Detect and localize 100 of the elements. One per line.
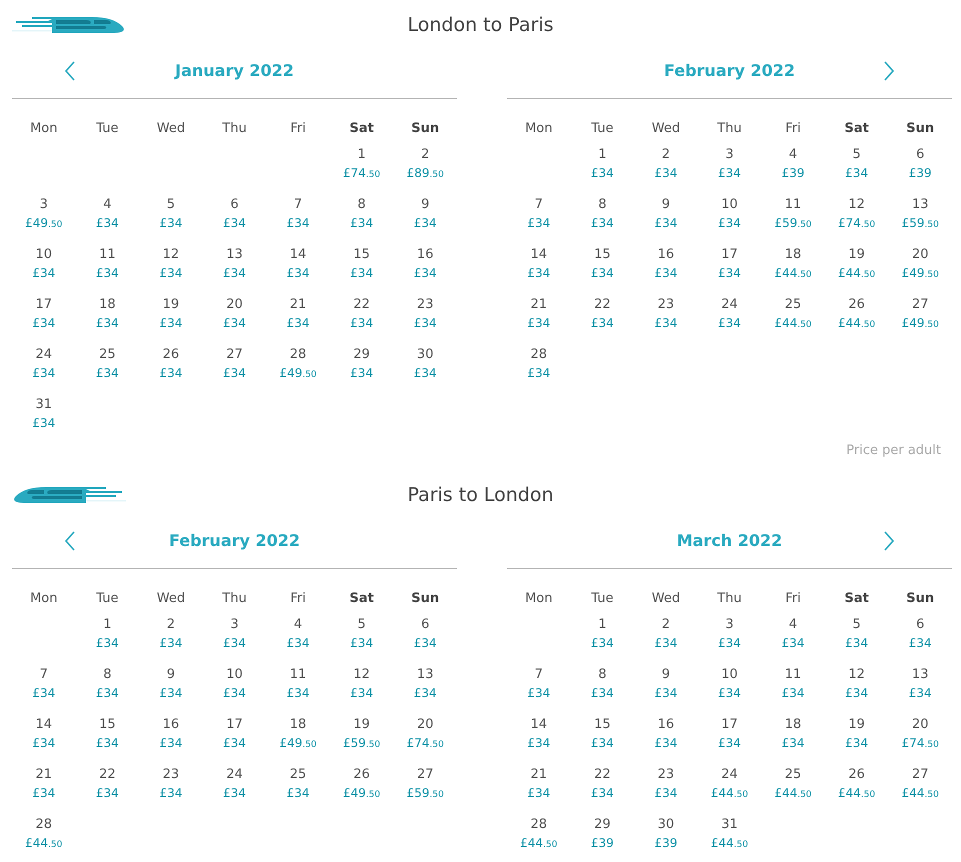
next-month-button[interactable] [882, 530, 896, 552]
date-cell[interactable]: 21 £34 [32, 767, 56, 803]
date-cell[interactable]: 6 £34 [414, 617, 437, 653]
date-cell[interactable]: 17 £34 [718, 717, 741, 753]
date-cell[interactable]: 9 £34 [159, 667, 182, 703]
date-cell[interactable]: 28 £44.50 [520, 817, 558, 853]
date-cell[interactable]: 4 £34 [286, 617, 310, 653]
date-cell[interactable]: 30 £34 [414, 347, 437, 383]
date-cell[interactable]: 3 £34 [718, 617, 741, 653]
date-cell[interactable]: 9 £34 [654, 197, 678, 233]
date-cell[interactable]: 23 £34 [654, 767, 678, 803]
date-cell[interactable]: 10 £34 [223, 667, 246, 703]
date-cell[interactable]: 26 £49.50 [343, 767, 380, 803]
date-cell[interactable]: 11 £34 [96, 247, 119, 283]
date-cell[interactable]: 24 £34 [32, 347, 56, 383]
date-cell[interactable]: 12 £34 [845, 667, 868, 703]
date-cell[interactable]: 1 £34 [96, 617, 119, 653]
date-cell[interactable]: 29 £34 [350, 347, 374, 383]
date-cell[interactable]: 4 £34 [782, 617, 805, 653]
date-cell[interactable]: 20 £49.50 [902, 247, 939, 283]
date-cell[interactable]: 16 £34 [654, 247, 678, 283]
date-cell[interactable]: 3 £34 [718, 147, 741, 183]
date-cell[interactable]: 13 £34 [223, 247, 246, 283]
date-cell[interactable]: 23 £34 [414, 297, 437, 333]
date-cell[interactable]: 22 £34 [350, 297, 374, 333]
date-cell[interactable]: 17 £34 [718, 247, 741, 283]
date-cell[interactable]: 12 £34 [350, 667, 374, 703]
date-cell[interactable]: 26 £44.50 [838, 297, 876, 333]
date-cell[interactable]: 16 £34 [654, 717, 678, 753]
date-cell[interactable]: 27 £34 [223, 347, 246, 383]
date-cell[interactable]: 8 £34 [590, 197, 614, 233]
date-cell[interactable]: 5 £34 [159, 197, 182, 233]
date-cell[interactable]: 19 £34 [845, 717, 868, 753]
date-cell[interactable]: 7 £34 [527, 667, 550, 703]
date-cell[interactable]: 14 £34 [527, 247, 550, 283]
next-month-button[interactable] [882, 60, 896, 82]
date-cell[interactable]: 17 £34 [32, 297, 56, 333]
date-cell[interactable]: 16 £34 [414, 247, 437, 283]
date-cell[interactable]: 14 £34 [527, 717, 550, 753]
date-cell[interactable]: 20 £34 [223, 297, 246, 333]
date-cell[interactable]: 12 £74.50 [838, 197, 876, 233]
date-cell[interactable]: 17 £34 [223, 717, 246, 753]
date-cell[interactable]: 23 £34 [654, 297, 678, 333]
date-cell[interactable]: 25 £34 [96, 347, 119, 383]
date-cell[interactable]: 19 £44.50 [838, 247, 876, 283]
date-cell[interactable]: 13 £59.50 [902, 197, 939, 233]
previous-month-button[interactable] [63, 60, 77, 82]
date-cell[interactable]: 15 £34 [96, 717, 119, 753]
date-cell[interactable]: 1 £74.50 [343, 147, 380, 183]
date-cell[interactable]: 2 £34 [654, 147, 678, 183]
date-cell[interactable]: 31 £34 [32, 397, 56, 433]
date-cell[interactable]: 22 £34 [590, 297, 614, 333]
date-cell[interactable]: 3 £34 [223, 617, 246, 653]
date-cell[interactable]: 31 £44.50 [710, 817, 748, 853]
date-cell[interactable]: 1 £34 [590, 617, 614, 653]
date-cell[interactable]: 16 £34 [159, 717, 182, 753]
date-cell[interactable]: 4 £39 [782, 147, 805, 183]
date-cell[interactable]: 30 £39 [654, 817, 678, 853]
date-cell[interactable]: 21 £34 [527, 297, 550, 333]
date-cell[interactable]: 27 £49.50 [902, 297, 939, 333]
date-cell[interactable]: 28 £49.50 [279, 347, 317, 383]
date-cell[interactable]: 22 £34 [590, 767, 614, 803]
date-cell[interactable]: 2 £34 [159, 617, 182, 653]
date-cell[interactable]: 24 £34 [718, 297, 741, 333]
previous-month-button[interactable] [63, 530, 77, 552]
date-cell[interactable]: 20 £74.50 [406, 717, 444, 753]
date-cell[interactable]: 25 £44.50 [774, 767, 812, 803]
date-cell[interactable]: 5 £34 [845, 147, 868, 183]
date-cell[interactable]: 15 £34 [350, 247, 374, 283]
date-cell[interactable]: 3 £49.50 [25, 197, 62, 233]
date-cell[interactable]: 18 £49.50 [279, 717, 317, 753]
date-cell[interactable]: 8 £34 [590, 667, 614, 703]
date-cell[interactable]: 22 £34 [96, 767, 119, 803]
date-cell[interactable]: 18 £34 [782, 717, 805, 753]
date-cell[interactable]: 13 £34 [414, 667, 437, 703]
date-cell[interactable]: 1 £34 [590, 147, 614, 183]
date-cell[interactable]: 18 £44.50 [774, 247, 812, 283]
date-cell[interactable]: 2 £89.50 [406, 147, 444, 183]
date-cell[interactable]: 9 £34 [654, 667, 678, 703]
date-cell[interactable]: 9 £34 [414, 197, 437, 233]
date-cell[interactable]: 14 £34 [32, 717, 56, 753]
date-cell[interactable]: 6 £34 [223, 197, 246, 233]
date-cell[interactable]: 13 £34 [908, 667, 932, 703]
date-cell[interactable]: 7 £34 [286, 197, 310, 233]
date-cell[interactable]: 20 £74.50 [902, 717, 939, 753]
date-cell[interactable]: 28 £44.50 [25, 817, 62, 853]
date-cell[interactable]: 27 £59.50 [406, 767, 444, 803]
date-cell[interactable]: 7 £34 [527, 197, 550, 233]
date-cell[interactable]: 15 £34 [590, 247, 614, 283]
date-cell[interactable]: 25 £44.50 [774, 297, 812, 333]
date-cell[interactable]: 24 £44.50 [710, 767, 748, 803]
date-cell[interactable]: 11 £34 [286, 667, 310, 703]
date-cell[interactable]: 18 £34 [96, 297, 119, 333]
date-cell[interactable]: 6 £34 [908, 617, 932, 653]
date-cell[interactable]: 10 £34 [32, 247, 56, 283]
date-cell[interactable]: 7 £34 [32, 667, 56, 703]
date-cell[interactable]: 12 £34 [159, 247, 182, 283]
date-cell[interactable]: 26 £44.50 [838, 767, 876, 803]
date-cell[interactable]: 28 £34 [527, 347, 550, 383]
date-cell[interactable]: 19 £34 [159, 297, 182, 333]
